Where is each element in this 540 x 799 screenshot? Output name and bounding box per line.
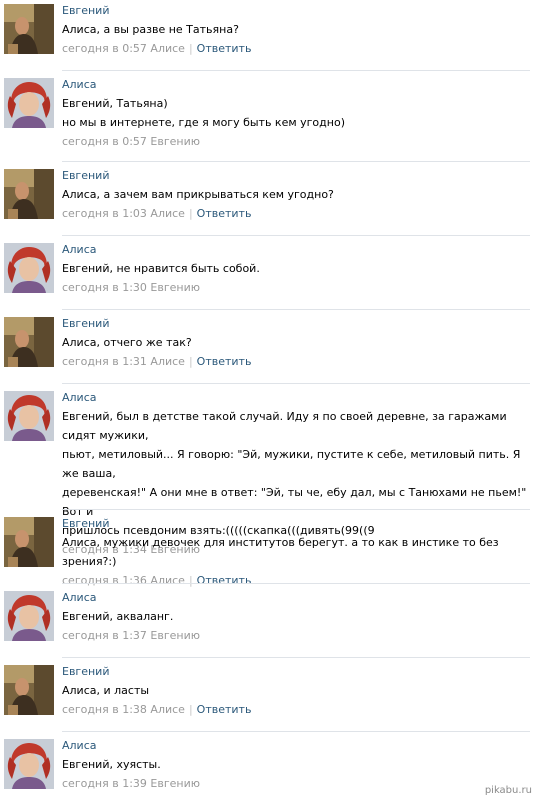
meta-separator: | <box>188 355 193 368</box>
avatar[interactable] <box>4 78 54 128</box>
comment-body: Евгений Алиса, мужики девочек для институ… <box>62 517 536 590</box>
author-link[interactable]: Евгений <box>62 517 536 533</box>
comment-divider <box>62 583 530 584</box>
timestamp[interactable]: сегодня в 0:57 <box>62 42 147 55</box>
comment-text: Евгений, не нравится быть собой. <box>62 259 536 278</box>
comment-meta: сегодня в 0:57 Евгению <box>62 133 536 151</box>
comment-divider <box>62 731 530 732</box>
comment-divider <box>62 70 530 71</box>
comment-text-line: пьют, метиловый... Я говорю: "Эй, мужики… <box>62 448 524 480</box>
reply-button[interactable]: Ответить <box>197 703 252 716</box>
comment-body: Алиса Евгений, акваланг. сегодня в 1:37 Ев… <box>62 591 536 645</box>
comment-text: Алиса, и ласты <box>62 681 536 700</box>
author-link[interactable]: Евгений <box>62 317 536 333</box>
author-link[interactable]: Алиса <box>62 591 536 607</box>
reply-to-link[interactable]: Алисе <box>150 574 185 587</box>
comment-text-line: Алиса, отчего же так? <box>62 336 192 349</box>
author-link[interactable]: Евгений <box>62 665 536 681</box>
reply-to-link[interactable]: Алисе <box>150 207 185 220</box>
comment-text-line: Алиса, а вы разве не Татьяна? <box>62 23 239 36</box>
reply-button[interactable]: Ответить <box>197 355 252 368</box>
comment-meta: сегодня в 1:37 Евгению <box>62 627 536 645</box>
comment-text-line: Евгений, хуясты. <box>62 758 161 771</box>
avatar[interactable] <box>4 591 54 641</box>
author-link[interactable]: Евгений <box>62 4 536 20</box>
comment-body: Евгений Алиса, а вы разве не Татьяна? сего… <box>62 4 536 58</box>
comment-body: Евгений Алиса, и ласты сегодня в 1:38 Алис… <box>62 665 536 719</box>
author-link[interactable]: Евгений <box>62 169 536 185</box>
comment-text-line: Евгений, Татьяна) <box>62 97 168 110</box>
avatar[interactable] <box>4 517 54 567</box>
meta-separator: | <box>188 703 193 716</box>
comment-text: Алиса, мужики девочек для институтов бер… <box>62 533 536 571</box>
comment-body: Алиса Евгений, хуясты. сегодня в 1:39 Евге… <box>62 739 536 793</box>
comment-body: Алиса Евгений, не нравится быть собой. сег… <box>62 243 536 297</box>
comment-divider <box>62 309 530 310</box>
comment-text-line: Евгений, не нравится быть собой. <box>62 262 260 275</box>
comment-text: Евгений, акваланг. <box>62 607 536 626</box>
avatar[interactable] <box>4 243 54 293</box>
reply-to-link[interactable]: Алисе <box>150 42 185 55</box>
meta-separator: | <box>188 207 193 220</box>
meta-separator: | <box>188 42 193 55</box>
avatar[interactable] <box>4 665 54 715</box>
comment-meta: сегодня в 1:36 Алисе | Ответить <box>62 572 536 590</box>
comment-text-line: но мы в интернете, где я могу быть кем у… <box>62 116 345 129</box>
comment-text: Евгений, хуясты. <box>62 755 536 774</box>
timestamp[interactable]: сегодня в 1:36 <box>62 574 147 587</box>
avatar[interactable] <box>4 391 54 441</box>
reply-to-link[interactable]: Алисе <box>150 703 185 716</box>
comment-body: Евгений Алиса, а зачем вам прикрываться к… <box>62 169 536 223</box>
comment-meta: сегодня в 0:57 Алисе | Ответить <box>62 40 536 58</box>
comment-meta: сегодня в 1:31 Алисе | Ответить <box>62 353 536 371</box>
avatar[interactable] <box>4 169 54 219</box>
timestamp[interactable]: сегодня в 1:30 <box>62 281 147 294</box>
author-link[interactable]: Алиса <box>62 243 536 259</box>
avatar[interactable] <box>4 4 54 54</box>
comment-text-line: Алиса, и ласты <box>62 684 150 697</box>
comment-text: Евгений, Татьяна) но мы в интернете, где … <box>62 94 536 132</box>
comment-body: Евгений Алиса, отчего же так? сегодня в 1:… <box>62 317 536 371</box>
comment-text-line: Алиса, мужики девочек для институтов бер… <box>62 536 503 568</box>
comment-divider <box>62 161 530 162</box>
comment-divider <box>62 657 530 658</box>
reply-button[interactable]: Ответить <box>197 207 252 220</box>
author-link[interactable]: Алиса <box>62 739 536 755</box>
reply-to-link[interactable]: Евгению <box>150 777 200 790</box>
comment-text-line: Алиса, а зачем вам прикрываться кем угод… <box>62 188 334 201</box>
reply-button[interactable]: Ответить <box>197 42 252 55</box>
comment-body: Алиса Евгений, Татьяна) но мы в интернете,… <box>62 78 536 151</box>
comment-divider <box>62 383 530 384</box>
comment-divider <box>62 235 530 236</box>
timestamp[interactable]: сегодня в 1:31 <box>62 355 147 368</box>
avatar[interactable] <box>4 317 54 367</box>
comment-text: Алиса, а зачем вам прикрываться кем угод… <box>62 185 536 204</box>
timestamp[interactable]: сегодня в 1:37 <box>62 629 147 642</box>
timestamp[interactable]: сегодня в 1:38 <box>62 703 147 716</box>
comment-meta: сегодня в 1:38 Алисе | Ответить <box>62 701 536 719</box>
author-link[interactable]: Алиса <box>62 391 536 407</box>
avatar[interactable] <box>4 739 54 789</box>
comment-meta: сегодня в 1:30 Евгению <box>62 279 536 297</box>
author-link[interactable]: Алиса <box>62 78 536 94</box>
comment-text-line: Евгений, акваланг. <box>62 610 174 623</box>
timestamp[interactable]: сегодня в 0:57 <box>62 135 147 148</box>
reply-to-link[interactable]: Евгению <box>150 281 200 294</box>
reply-to-link[interactable]: Евгению <box>150 629 200 642</box>
comment-divider <box>62 509 530 510</box>
meta-separator: | <box>188 574 193 587</box>
comment-text-line: Евгений, был в детстве такой случай. Иду… <box>62 410 511 442</box>
comment-meta: сегодня в 1:03 Алисе | Ответить <box>62 205 536 223</box>
comment-text-line: деревенская!" А они мне в ответ: "Эй, ты… <box>62 486 530 518</box>
reply-to-link[interactable]: Алисе <box>150 355 185 368</box>
reply-button[interactable]: Ответить <box>197 574 252 587</box>
comment-text: Алиса, а вы разве не Татьяна? <box>62 20 536 39</box>
comment-text: Алиса, отчего же так? <box>62 333 536 352</box>
reply-to-link[interactable]: Евгению <box>150 135 200 148</box>
timestamp[interactable]: сегодня в 1:39 <box>62 777 147 790</box>
comment-meta: сегодня в 1:39 Евгению <box>62 775 536 793</box>
timestamp[interactable]: сегодня в 1:03 <box>62 207 147 220</box>
watermark: pikabu.ru <box>484 785 532 796</box>
